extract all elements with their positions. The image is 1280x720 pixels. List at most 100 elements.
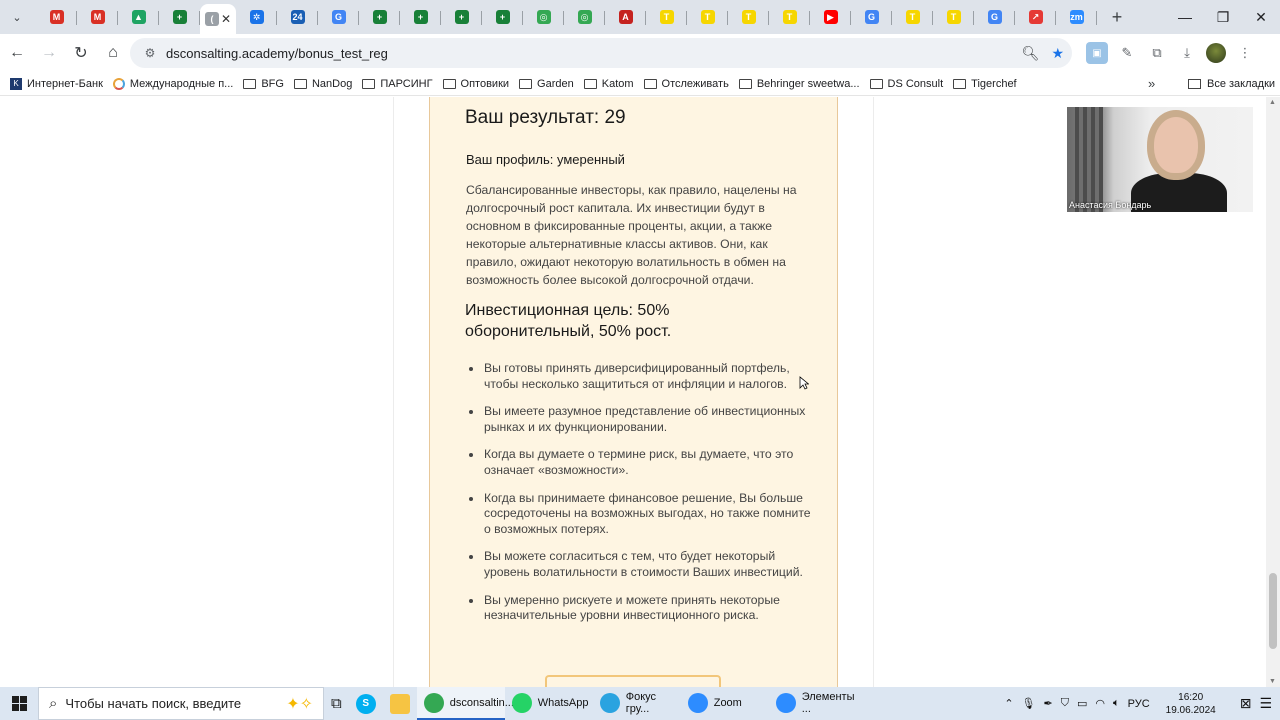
browser-tab[interactable]: T <box>933 3 974 31</box>
profile-avatar[interactable] <box>1206 43 1226 63</box>
bookmark-item[interactable]: DS Consult <box>869 77 944 90</box>
back-arrow-icon[interactable]: ← <box>2 38 32 68</box>
browser-tab[interactable]: + <box>482 3 523 31</box>
wifi-icon[interactable]: ◠ <box>1095 697 1105 710</box>
browser-tab[interactable]: T <box>769 3 810 31</box>
browser-tab[interactable]: ◎ <box>523 3 564 31</box>
windows-logo-icon <box>11 696 27 711</box>
drive-icon: ▲ <box>131 10 146 24</box>
bookmark-item[interactable]: ПАРСИНГ <box>362 77 433 90</box>
bookmark-label: ПАРСИНГ <box>380 77 433 90</box>
browser-tab[interactable]: ▶ <box>810 3 851 31</box>
extensions-puzzle-icon[interactable]: ⧉ <box>1146 42 1168 64</box>
scroll-down-icon[interactable]: ▼ <box>1269 678 1276 685</box>
bookmark-label: Behringer sweetwa... <box>756 77 860 90</box>
list-item: Вы можете согласиться с тем, что будет н… <box>466 549 811 580</box>
result-title: Ваш результат: 29 <box>465 107 626 128</box>
bookmark-item[interactable]: Tigerchef <box>953 78 1017 90</box>
browser-tab[interactable]: + <box>441 3 482 31</box>
bookmark-item[interactable]: K Интернет-Банк <box>10 77 103 90</box>
browser-tab[interactable]: ↗ <box>1015 3 1056 31</box>
browser-tab[interactable]: G <box>851 3 892 31</box>
language-indicator[interactable]: РУС <box>1128 698 1150 710</box>
bookmark-label: DS Consult <box>887 77 944 90</box>
skype-icon[interactable]: S <box>349 687 383 720</box>
bookmarks-more-icon[interactable]: » <box>1148 76 1155 91</box>
sheets-icon: + <box>495 10 510 24</box>
taskbar-search[interactable]: ⌕ Чтобы начать поиск, введите ✦✧ <box>38 687 324 720</box>
tray-chevron-icon[interactable]: ⌃ <box>1004 697 1013 710</box>
microphone-icon[interactable]: 🎙︎ <box>1022 697 1036 710</box>
bookmark-item[interactable]: Отслеживать <box>643 77 729 90</box>
browser-tab[interactable]: ▲ <box>118 3 159 31</box>
browser-tab[interactable]: T <box>892 3 933 31</box>
start-button[interactable] <box>0 687 38 720</box>
browser-tab[interactable]: + <box>359 3 400 31</box>
site-info-icon[interactable]: ⚙ <box>138 46 162 60</box>
forward-arrow-icon[interactable]: → <box>34 38 64 68</box>
notifications-icon[interactable]: ⊠ <box>1240 695 1252 712</box>
sheets-icon: + <box>454 10 469 24</box>
bookmark-item[interactable]: Behringer sweetwa... <box>738 77 860 90</box>
taskbar-app[interactable]: Элементы ... <box>769 687 857 720</box>
browser-tab[interactable]: zm <box>1056 3 1097 31</box>
task-view-icon[interactable]: ⧉ <box>324 687 349 720</box>
page-scrollbar[interactable]: ▲ ▼ <box>1266 97 1280 687</box>
bookmark-item[interactable]: BFG <box>243 78 284 90</box>
bookmark-item[interactable]: Оптовики <box>442 78 509 90</box>
browser-tab[interactable]: 24 <box>277 3 318 31</box>
new-tab-button[interactable]: + <box>1103 3 1131 31</box>
bookmark-item[interactable]: Garden <box>519 78 574 90</box>
extension-image-icon[interactable]: ▣ <box>1086 42 1108 64</box>
bookmark-star-icon[interactable]: ★ <box>1051 45 1064 62</box>
browser-tab[interactable]: + <box>400 3 441 31</box>
browser-tab[interactable]: + <box>159 3 200 31</box>
browser-tab[interactable]: M <box>77 3 118 31</box>
address-bar[interactable]: ⚙ dsconsalting.academy/bonus_test_reg 🔍︎… <box>130 38 1072 68</box>
extension-pen-icon[interactable]: ✎ <box>1116 42 1138 64</box>
browser-tab[interactable]: ✲ <box>236 3 277 31</box>
restore-icon[interactable]: ❐ <box>1204 0 1242 34</box>
taskbar-app-label: Элементы ... <box>801 690 855 715</box>
all-bookmarks[interactable]: Все закладки <box>1188 78 1275 90</box>
browser-tab[interactable]: M <box>36 3 77 31</box>
shield-icon[interactable]: ⛉ <box>1061 697 1069 710</box>
page-icon: ( <box>204 12 219 26</box>
bookmark-label: Отслеживать <box>661 77 729 90</box>
browser-tab[interactable]: T <box>728 3 769 31</box>
taskbar-app[interactable]: dsconsaltin... <box>416 687 514 720</box>
volume-icon[interactable]: 🔈︎ <box>1113 697 1120 710</box>
browser-tab[interactable]: (✕ <box>200 4 236 34</box>
file-explorer-icon[interactable] <box>383 687 417 720</box>
zoom-lens-icon[interactable]: 🔍︎ <box>1022 45 1040 62</box>
browser-tab[interactable]: T <box>687 3 728 31</box>
scroll-up-icon[interactable]: ▲ <box>1269 99 1276 106</box>
browser-tab[interactable]: A <box>605 3 646 31</box>
browser-tab[interactable]: G <box>974 3 1015 31</box>
minimize-icon[interactable]: — <box>1166 0 1204 34</box>
video-call-tile[interactable]: Анастасия Бондарь <box>1067 107 1253 212</box>
pen-icon[interactable]: ✒ <box>1044 697 1053 710</box>
browser-tab[interactable]: ◎ <box>564 3 605 31</box>
bookmark-item[interactable]: Международные п... <box>112 77 233 90</box>
gmail-icon: M <box>90 10 105 24</box>
action-center-icon[interactable]: ☰ <box>1259 695 1272 712</box>
menu-kebab-icon[interactable]: ⋮ <box>1234 42 1256 64</box>
url-text[interactable]: dsconsalting.academy/bonus_test_reg <box>166 46 388 61</box>
clock[interactable]: 16:20 19.06.2024 <box>1166 691 1216 717</box>
close-tab-icon[interactable]: ✕ <box>221 12 231 26</box>
close-window-icon[interactable]: ✕ <box>1242 0 1280 34</box>
tab-search-button[interactable]: ⌄ <box>4 4 30 30</box>
download-icon[interactable]: ⤓ <box>1176 42 1198 64</box>
browser-tab[interactable]: G <box>318 3 359 31</box>
taskbar-app[interactable]: Фокус гру... <box>593 687 681 720</box>
reload-icon[interactable]: ↻ <box>66 38 96 68</box>
bookmark-item[interactable]: Katom <box>583 78 634 90</box>
taskbar-app[interactable]: Zoom <box>681 687 769 720</box>
taskbar-app[interactable]: WhatsApp <box>505 687 593 720</box>
scroll-thumb[interactable] <box>1269 573 1277 649</box>
home-icon[interactable]: ⌂ <box>98 38 128 68</box>
browser-tab[interactable]: T <box>646 3 687 31</box>
bookmark-item[interactable]: NanDog <box>293 78 352 90</box>
battery-icon[interactable]: ▭ <box>1077 697 1087 710</box>
